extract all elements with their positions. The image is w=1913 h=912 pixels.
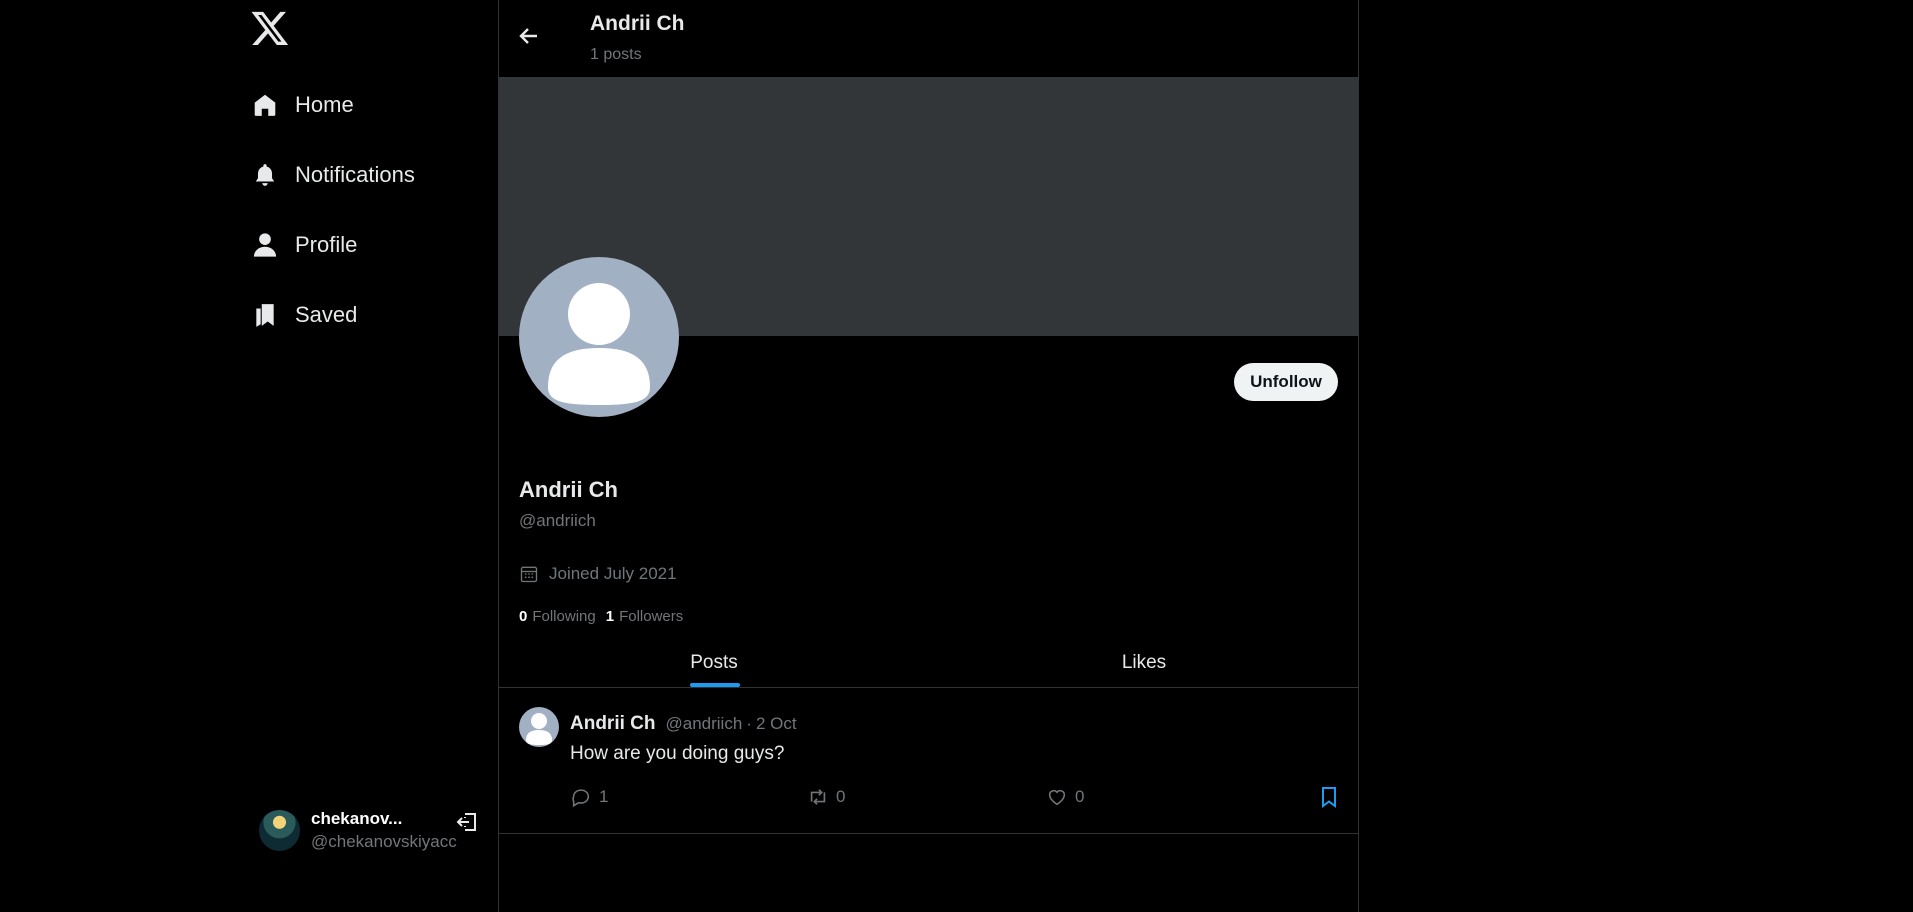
post-author-avatar[interactable]: [519, 707, 559, 747]
nav-home[interactable]: Home: [250, 80, 354, 130]
following-count: 0: [519, 608, 528, 625]
follow-stats: 0 Following 1 Followers: [519, 608, 693, 625]
like-count: 0: [1075, 787, 1085, 806]
nav-home-label: Home: [295, 92, 354, 117]
current-user-card[interactable]: chekanov... @chekanovskiyacc: [259, 804, 481, 856]
profile-handle: @andriich: [519, 511, 596, 530]
topbar-post-count: 1 posts: [590, 46, 642, 63]
like-button[interactable]: 0: [1046, 786, 1084, 808]
nav-saved[interactable]: Saved: [250, 290, 357, 340]
repost-count: 0: [836, 787, 846, 806]
followers-link[interactable]: 1 Followers: [606, 608, 684, 625]
tab-likes[interactable]: Likes: [929, 638, 1359, 688]
reply-icon: [572, 789, 590, 808]
nav-saved-label: Saved: [295, 302, 358, 327]
reply-button[interactable]: 1: [570, 786, 608, 808]
profile-column: Andrii Ch 1 posts Unfollow Andrii Ch @an…: [499, 0, 1359, 912]
joined-date: Joined July 2021: [519, 564, 677, 584]
followers-count: 1: [605, 608, 615, 625]
post-date: 2 Oct: [755, 714, 797, 733]
current-user-name: chekanov...: [311, 808, 403, 828]
home-icon: [250, 90, 280, 120]
post-author-handle: @andriich: [665, 714, 743, 733]
nav-notifications-label: Notifications: [295, 162, 415, 187]
profile-topbar: Andrii Ch 1 posts: [499, 0, 1359, 77]
x-logo-icon[interactable]: [250, 8, 290, 48]
joined-text: Joined July 2021: [549, 564, 677, 583]
post-text: How are you doing guys?: [570, 743, 785, 764]
sidebar: Home Notifications Profile Saved chekano…: [0, 0, 499, 912]
tab-posts[interactable]: Posts: [499, 638, 929, 688]
following-label: Following: [532, 608, 596, 625]
unfollow-button[interactable]: Unfollow: [1234, 363, 1338, 401]
active-tab-indicator: [690, 683, 740, 687]
post-header: Andrii Ch @andriich · 2 Oct: [570, 713, 797, 735]
nav-profile[interactable]: Profile: [250, 220, 357, 270]
nav-notifications[interactable]: Notifications: [250, 150, 415, 200]
nav-profile-label: Profile: [295, 232, 358, 257]
followers-label: Followers: [619, 608, 684, 625]
bookmarks-icon: [250, 300, 280, 330]
post-author-name[interactable]: Andrii Ch: [570, 713, 656, 735]
back-arrow-icon[interactable]: [517, 24, 541, 48]
bell-icon: [250, 160, 280, 190]
post-separator: ·: [746, 714, 752, 733]
repost-icon: [810, 789, 826, 805]
profile-avatar: [519, 257, 679, 417]
repost-button[interactable]: 0: [807, 786, 845, 808]
current-user-avatar: [259, 809, 300, 851]
calendar-icon: [519, 564, 539, 584]
person-icon: [250, 230, 280, 260]
reply-count: 1: [599, 787, 609, 806]
profile-name: Andrii Ch: [519, 477, 618, 502]
post-item[interactable]: Andrii Ch @andriich · 2 Oct How are you …: [499, 689, 1359, 834]
topbar-title: Andrii Ch: [590, 12, 685, 35]
bookmark-icon[interactable]: [1317, 785, 1341, 809]
current-user-handle: @chekanovskiyacc: [311, 831, 457, 851]
heart-icon: [1048, 789, 1066, 806]
logout-icon[interactable]: [455, 810, 479, 834]
following-link[interactable]: 0 Following: [519, 608, 596, 625]
profile-tabs: Posts Likes: [499, 638, 1359, 688]
